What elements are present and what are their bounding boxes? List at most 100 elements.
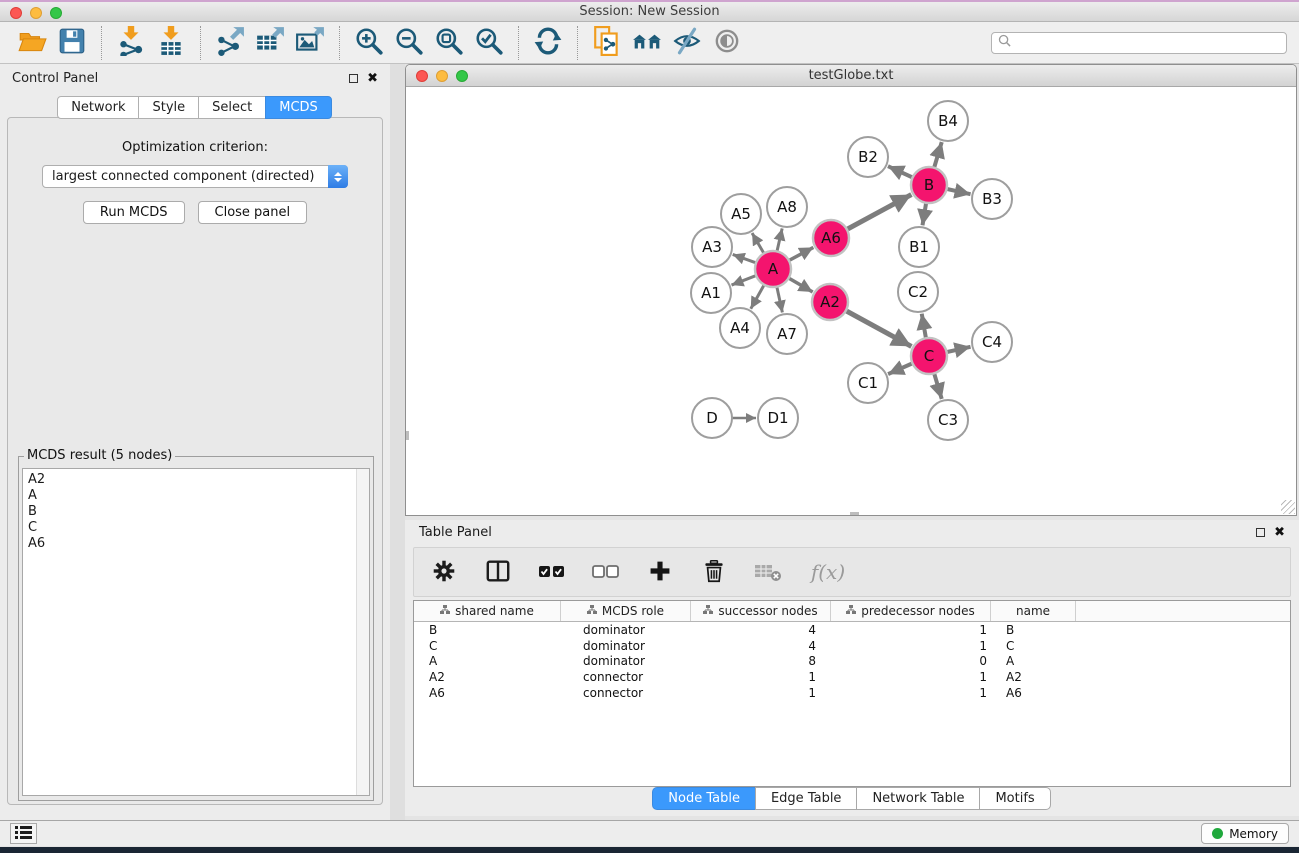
- show-hidden-button[interactable]: [707, 25, 747, 61]
- run-mcds-button[interactable]: Run MCDS: [83, 201, 185, 224]
- node-B[interactable]: B: [911, 167, 947, 203]
- panel-splitter[interactable]: [390, 64, 405, 820]
- node-A7[interactable]: A7: [767, 314, 807, 354]
- show-columns-button[interactable]: [482, 555, 514, 589]
- node-C2[interactable]: C2: [898, 272, 938, 312]
- node-B3[interactable]: B3: [972, 179, 1012, 219]
- node-B4[interactable]: B4: [928, 101, 968, 141]
- node-A3[interactable]: A3: [692, 227, 732, 267]
- network-close-button[interactable]: [416, 70, 428, 82]
- add-column-button[interactable]: [644, 555, 676, 589]
- zoom-in-button[interactable]: [349, 25, 389, 61]
- mcds-result-item[interactable]: A2: [28, 472, 369, 488]
- node-A[interactable]: A: [755, 251, 791, 287]
- zoom-window-button[interactable]: [50, 7, 62, 19]
- hide-selected-button[interactable]: [667, 25, 707, 61]
- float-table-panel-icon[interactable]: [1256, 528, 1265, 537]
- table-row[interactable]: Adominator80A: [414, 654, 1290, 670]
- tab-motifs[interactable]: Motifs: [979, 787, 1050, 810]
- table-cell[interactable]: dominator: [561, 639, 691, 653]
- task-history-button[interactable]: [10, 823, 37, 844]
- network-zoom-button[interactable]: [456, 70, 468, 82]
- node-C3[interactable]: C3: [928, 400, 968, 440]
- first-neighbors-button[interactable]: [627, 25, 667, 61]
- column-header-predecessor-nodes[interactable]: predecessor nodes: [831, 601, 991, 621]
- network-minimize-button[interactable]: [436, 70, 448, 82]
- memory-button[interactable]: Memory: [1201, 823, 1289, 844]
- zoom-fit-button[interactable]: [429, 25, 469, 61]
- node-A2[interactable]: A2: [812, 284, 848, 320]
- node-B1[interactable]: B1: [899, 227, 939, 267]
- select-all-button[interactable]: [536, 555, 568, 589]
- table-cell[interactable]: 1: [691, 670, 831, 684]
- node-A4[interactable]: A4: [720, 308, 760, 348]
- criterion-select[interactable]: largest connected component (directed): [42, 165, 348, 188]
- table-row[interactable]: Bdominator41B: [414, 622, 1290, 638]
- tab-style[interactable]: Style: [138, 96, 199, 119]
- deselect-all-button[interactable]: [590, 555, 622, 589]
- node-A6[interactable]: A6: [813, 220, 849, 256]
- node-D[interactable]: D: [692, 398, 732, 438]
- mcds-result-item[interactable]: A6: [28, 536, 369, 552]
- node-C4[interactable]: C4: [972, 322, 1012, 362]
- table-cell[interactable]: C: [414, 639, 561, 653]
- table-cell[interactable]: 0: [831, 654, 991, 668]
- table-cell[interactable]: A6: [414, 686, 561, 700]
- table-cell[interactable]: B: [414, 623, 561, 637]
- tab-node-table[interactable]: Node Table: [652, 787, 756, 810]
- duplicate-network-button[interactable]: [587, 25, 627, 61]
- table-cell[interactable]: 1: [831, 623, 991, 637]
- table-row[interactable]: A2connector11A2: [414, 669, 1290, 685]
- mcds-result-list[interactable]: A2ABCA6: [22, 468, 370, 796]
- table-cell[interactable]: connector: [561, 670, 691, 684]
- mcds-result-item[interactable]: C: [28, 520, 369, 536]
- vertical-scroll-indicator[interactable]: [406, 431, 409, 440]
- network-canvas[interactable]: AA1A2A3A4A5A6A7A8BB1B2B3B4CC1C2C3C4DD1: [406, 87, 1296, 515]
- table-row[interactable]: Cdominator41C: [414, 638, 1290, 654]
- table-settings-button[interactable]: [428, 555, 460, 589]
- open-session-button[interactable]: [12, 25, 52, 61]
- node-A8[interactable]: A8: [767, 187, 807, 227]
- table-cell[interactable]: A: [991, 654, 1076, 668]
- table-cell[interactable]: 1: [831, 686, 991, 700]
- tab-network[interactable]: Network: [57, 96, 139, 119]
- column-header-shared-name[interactable]: shared name: [414, 601, 561, 621]
- export-table-button[interactable]: [250, 25, 290, 61]
- zoom-selected-button[interactable]: [469, 25, 509, 61]
- table-cell[interactable]: A2: [414, 670, 561, 684]
- column-header-successor-nodes[interactable]: successor nodes: [691, 601, 831, 621]
- zoom-out-button[interactable]: [389, 25, 429, 61]
- table-cell[interactable]: 4: [691, 639, 831, 653]
- save-session-button[interactable]: [52, 25, 92, 61]
- table-cell[interactable]: A2: [991, 670, 1076, 684]
- table-cell[interactable]: dominator: [561, 654, 691, 668]
- table-cell[interactable]: 1: [691, 686, 831, 700]
- float-panel-icon[interactable]: [349, 74, 358, 83]
- node-C1[interactable]: C1: [848, 363, 888, 403]
- table-cell[interactable]: B: [991, 623, 1076, 637]
- close-panel-icon[interactable]: ✖: [367, 72, 378, 85]
- mcds-result-item[interactable]: B: [28, 504, 369, 520]
- resize-grip[interactable]: [1281, 500, 1295, 514]
- table-cell[interactable]: 1: [831, 670, 991, 684]
- import-network-button[interactable]: [111, 25, 151, 61]
- export-image-button[interactable]: [290, 25, 330, 61]
- tab-edge-table[interactable]: Edge Table: [755, 787, 857, 810]
- node-B2[interactable]: B2: [848, 137, 888, 177]
- node-D1[interactable]: D1: [758, 398, 798, 438]
- node-A1[interactable]: A1: [691, 273, 731, 313]
- tab-network-table[interactable]: Network Table: [856, 787, 980, 810]
- tab-mcds[interactable]: MCDS: [265, 96, 332, 119]
- delete-column-button[interactable]: [698, 555, 730, 589]
- column-header-mcds-role[interactable]: MCDS role: [561, 601, 691, 621]
- table-cell[interactable]: 8: [691, 654, 831, 668]
- close-panel-button[interactable]: Close panel: [198, 201, 308, 224]
- minimize-window-button[interactable]: [30, 7, 42, 19]
- column-header-name[interactable]: name: [991, 601, 1076, 621]
- table-cell[interactable]: 1: [831, 639, 991, 653]
- mcds-list-scrollbar[interactable]: [356, 469, 369, 795]
- table-cell[interactable]: A6: [991, 686, 1076, 700]
- close-window-button[interactable]: [10, 7, 22, 19]
- export-network-button[interactable]: [210, 25, 250, 61]
- apply-layout-button[interactable]: [528, 25, 568, 61]
